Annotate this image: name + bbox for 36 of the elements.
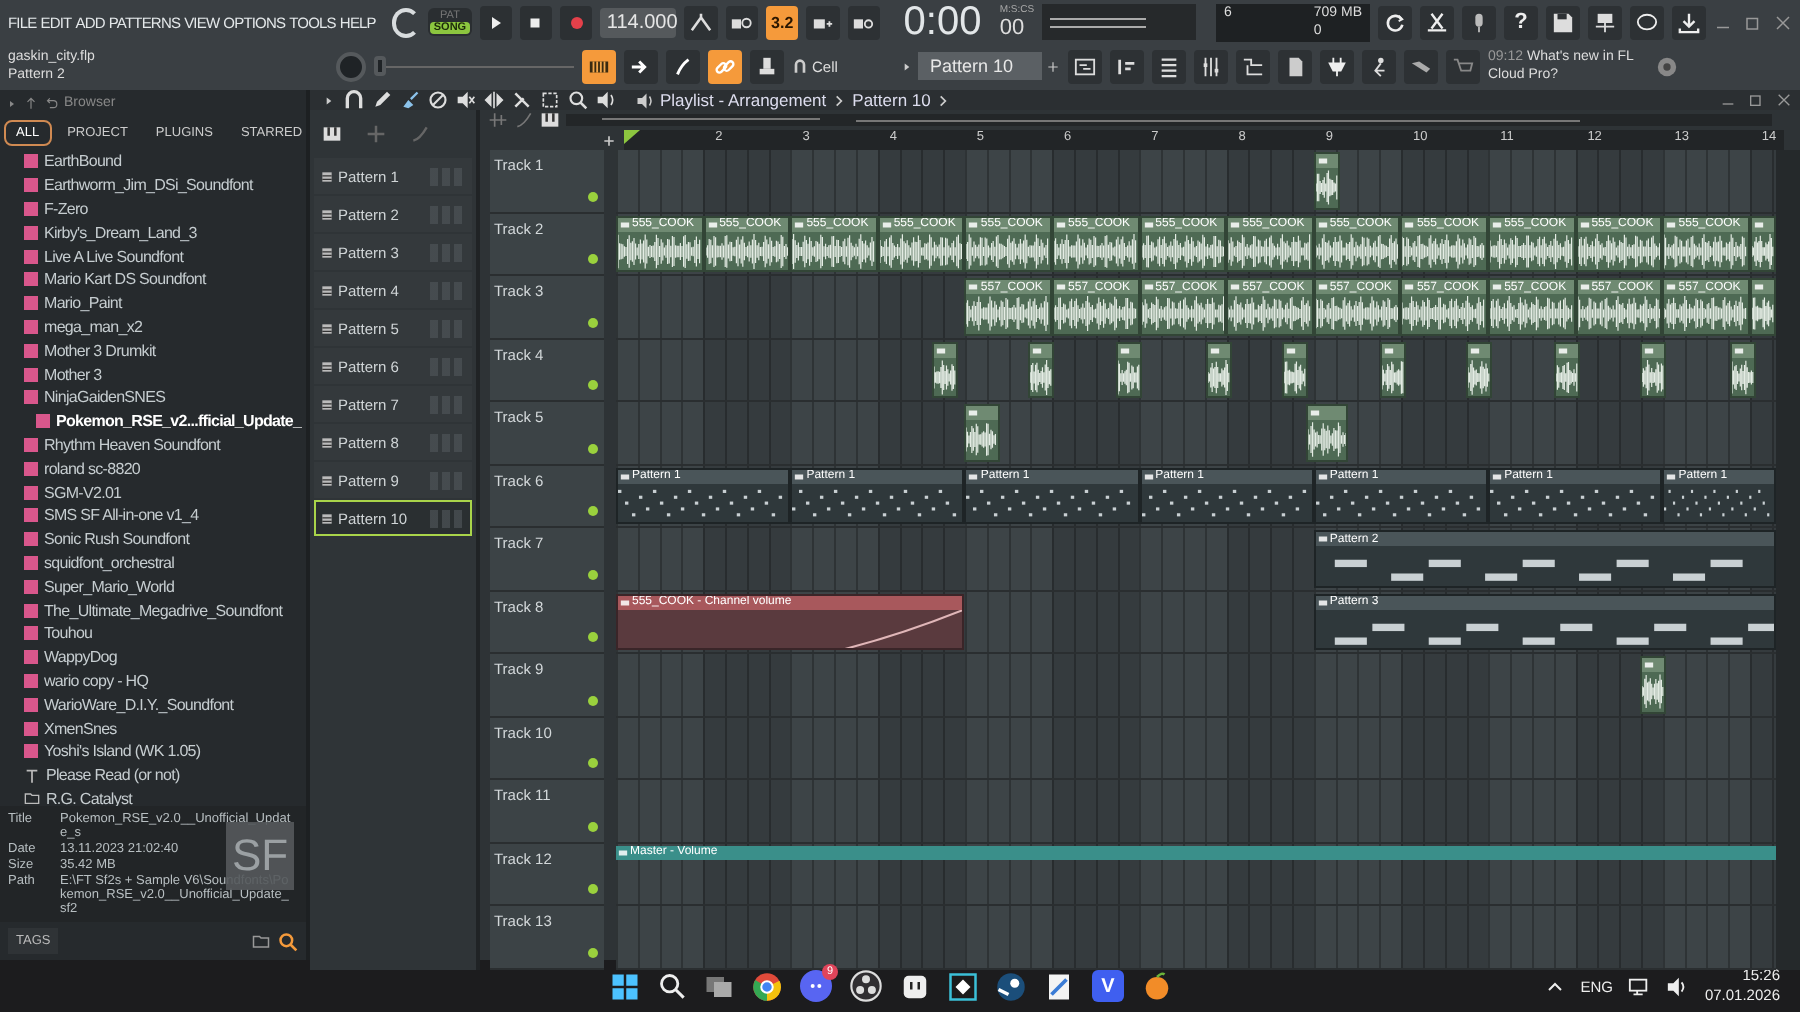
browser-item[interactable]: Mario_Paint [24, 291, 306, 316]
playlist-pattern-name[interactable]: Pattern 10 [852, 90, 931, 110]
browser-item[interactable]: EarthBound [24, 150, 306, 174]
help-button[interactable]: ? [1503, 5, 1538, 39]
browser-item[interactable]: Kirby's_Dream_Land_3 [24, 220, 306, 245]
browser-item[interactable]: F-Zero [24, 197, 306, 221]
browser-item[interactable]: NinjaGaidenSNES [24, 385, 306, 410]
browser-item[interactable]: wario copy - HQ [24, 669, 306, 693]
browser-item[interactable]: Live A Live Soundfont [24, 244, 306, 268]
browser-item[interactable]: Mother 3 [24, 362, 306, 386]
browser-item[interactable]: SGM-V2.01 [24, 480, 306, 504]
browser-item[interactable]: Super_Mario_World [24, 574, 306, 599]
browser-item[interactable]: Pokemon_RSE_v2...fficial_Update_ [36, 409, 306, 434]
browser-item[interactable]: Yoshi's Island (WK 1.05) [24, 739, 306, 764]
browser-item[interactable]: The_Ultimate_Megadrive_Soundfont [24, 598, 306, 622]
browser-item[interactable]: Rhythm Heaven Soundfont [24, 433, 306, 457]
browser-item[interactable]: Earthworm_Jim_DSi_Soundfont [24, 173, 306, 198]
browser-item[interactable]: XmenSnes [24, 716, 306, 740]
browser-item[interactable]: WappyDog [24, 645, 306, 670]
song-time: 0:00 [903, 0, 984, 45]
browser-item[interactable]: Sonic Rush Soundfont [24, 527, 306, 552]
browser-item[interactable]: mega_man_x2 [24, 315, 306, 339]
browser-item[interactable]: roland sc-8820 [24, 456, 306, 481]
browser-item[interactable]: Touhou [24, 621, 306, 646]
pattern-selector[interactable]: Pattern 10 [918, 52, 1042, 80]
browser-item[interactable]: WarioWare_D.I.Y._Soundfont [24, 692, 306, 717]
playlist-title: Playlist - Arrangement [660, 90, 827, 110]
browser-item[interactable]: Mario Kart DS Soundfont [24, 267, 306, 292]
browser-item[interactable]: SMS SF All-in-one v1_4 [24, 503, 306, 528]
browser-item[interactable]: Please Read (or not) [24, 763, 306, 788]
browser-item[interactable]: squidfont_orchestral [24, 551, 306, 575]
browser-item[interactable]: Mother 3 Drumkit [24, 338, 306, 363]
app-icon[interactable]: V [1092, 970, 1124, 1002]
centiseconds: 00 [999, 16, 1027, 40]
countdown-button[interactable]: 3.2 [765, 5, 799, 39]
tempo-field[interactable]: 114.000 [600, 7, 677, 37]
